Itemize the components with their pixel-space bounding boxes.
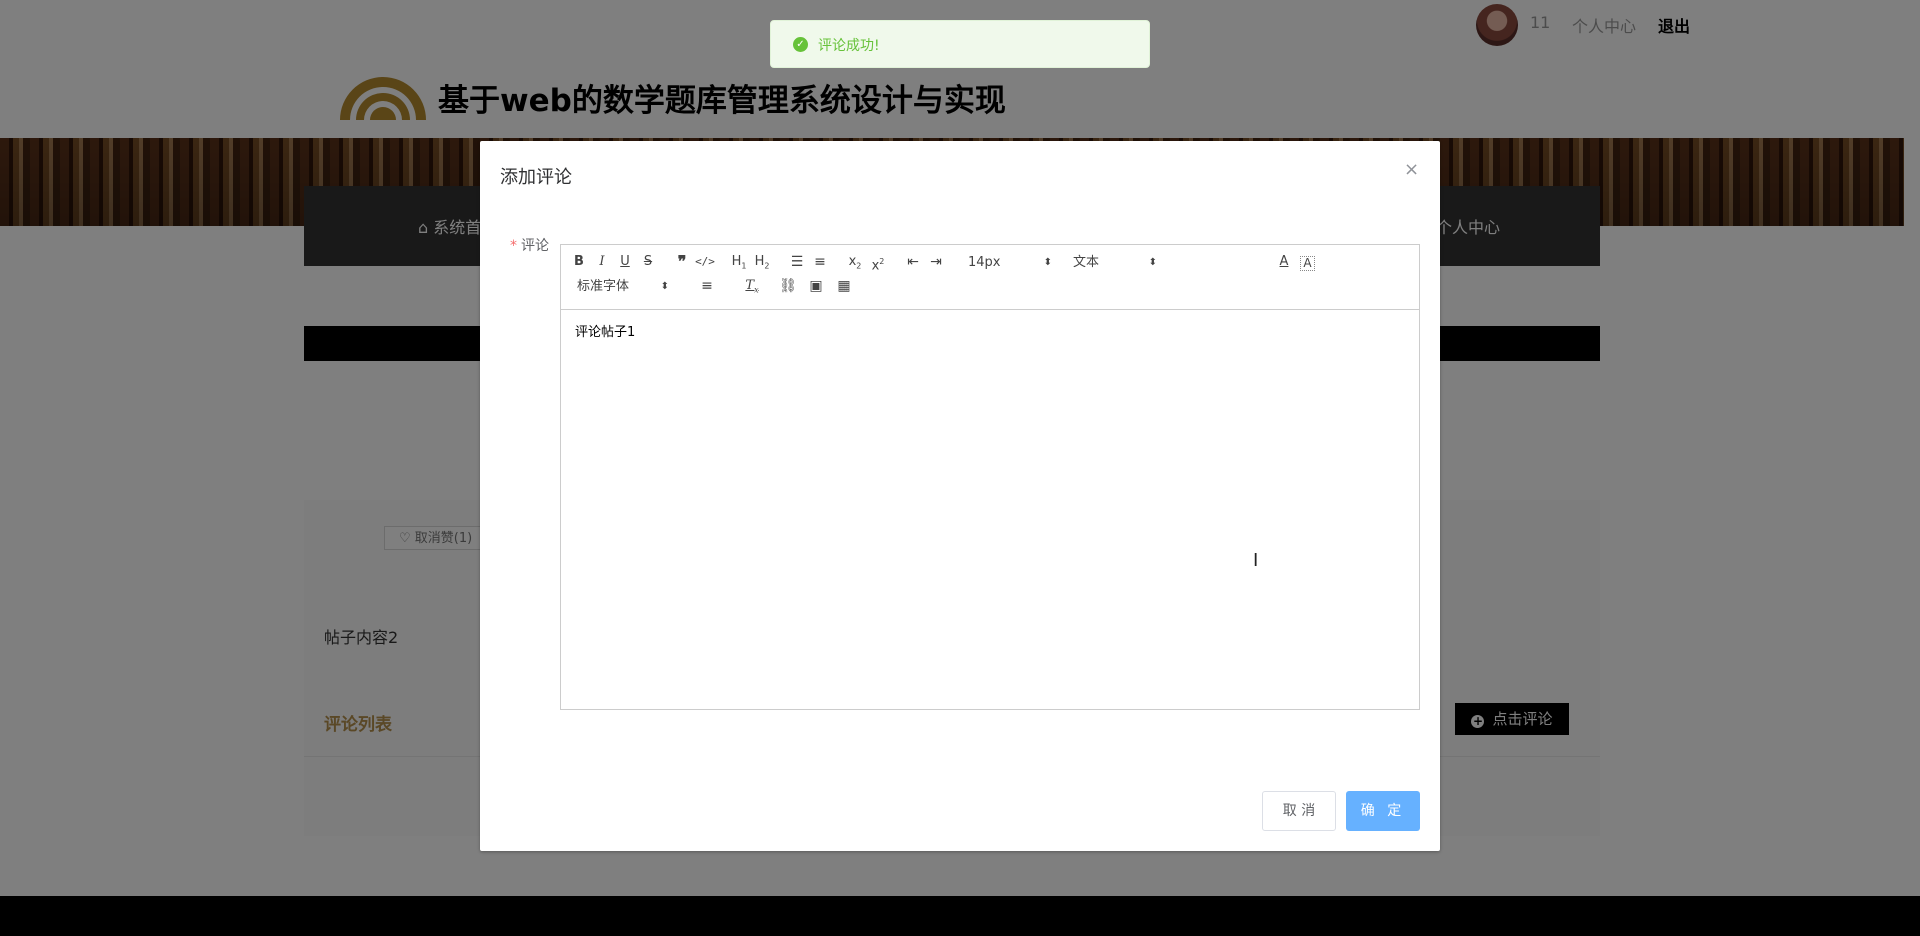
underline-icon[interactable]: U (615, 253, 635, 273)
clear-format-icon[interactable]: Tx (742, 277, 762, 297)
font-family-select[interactable]: 标准字体 ⬍ (577, 278, 669, 296)
editor-content[interactable]: 评论帖子1 (575, 321, 635, 340)
required-mark: * (510, 238, 517, 254)
success-toast: ✓ 评论成功! (770, 20, 1150, 68)
select-arrows-icon: ⬍ (1043, 257, 1052, 268)
strikethrough-icon[interactable]: S (638, 253, 658, 273)
text-color-icon[interactable]: A (1274, 253, 1294, 273)
ordered-list-icon[interactable]: ☰ (787, 253, 807, 273)
link-icon[interactable]: ⛓ (778, 277, 798, 297)
outdent-icon[interactable]: ⇤ (903, 253, 923, 273)
toast-message: 评论成功! (818, 38, 880, 54)
code-block-icon[interactable]: </> (695, 253, 715, 273)
heading-select[interactable]: 文本 ⬍ (1073, 254, 1157, 272)
indent-icon[interactable]: ⇥ (926, 253, 946, 273)
image-icon[interactable]: ▣ (806, 277, 826, 297)
heading-value: 文本 (1073, 255, 1100, 270)
italic-icon[interactable]: I (592, 253, 612, 273)
select-arrows-icon: ⬍ (1148, 257, 1157, 268)
heading1-icon[interactable]: H1 (729, 253, 749, 273)
confirm-button[interactable]: 确 定 (1346, 791, 1420, 831)
editor-toolbar: B I U S ❞ </> H1 H2 ☰ ≡ x2 x2 ⇤ ⇥ 14px ⬍ … (561, 245, 1419, 310)
blockquote-icon[interactable]: ❞ (672, 253, 692, 273)
font-size-select[interactable]: 14px ⬍ (968, 254, 1052, 272)
video-icon[interactable]: ▦ (834, 277, 854, 297)
subscript-icon[interactable]: x2 (845, 253, 865, 273)
background-color-icon[interactable]: A (1300, 256, 1315, 271)
dialog-title: 添加评论 (500, 167, 572, 188)
bold-icon[interactable]: B (569, 253, 589, 273)
select-arrows-icon: ⬍ (660, 281, 669, 292)
add-comment-dialog: 添加评论 × * 评论 B I U S ❞ </> H1 H2 ☰ ≡ x2 x2… (480, 141, 1440, 851)
text-cursor-icon: I (1253, 550, 1259, 571)
font-family-value: 标准字体 (577, 279, 630, 294)
check-circle-icon: ✓ (793, 37, 808, 52)
comment-label-text: 评论 (521, 238, 549, 254)
align-left-icon[interactable]: ≡ (697, 277, 717, 297)
font-size-value: 14px (968, 255, 1001, 270)
heading2-icon[interactable]: H2 (752, 253, 772, 273)
comment-field-label: * 评论 (510, 235, 549, 255)
rich-text-editor: B I U S ❞ </> H1 H2 ☰ ≡ x2 x2 ⇤ ⇥ 14px ⬍ … (560, 244, 1420, 710)
cancel-button[interactable]: 取 消 (1262, 791, 1336, 831)
superscript-icon[interactable]: x2 (868, 253, 888, 273)
close-icon[interactable]: × (1404, 159, 1419, 180)
bullet-list-icon[interactable]: ≡ (810, 253, 830, 273)
